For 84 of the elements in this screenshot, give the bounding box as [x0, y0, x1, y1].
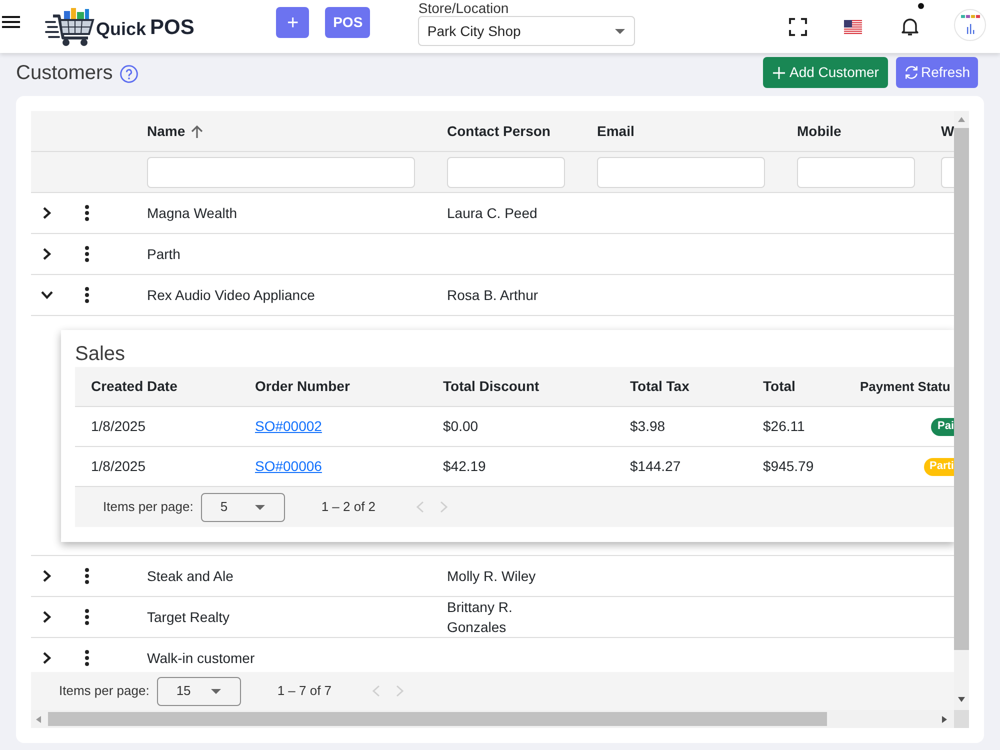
caret-down-icon: [615, 28, 626, 34]
column-header[interactable]: Total Tax: [630, 378, 690, 394]
filter-field[interactable]: [597, 156, 765, 188]
page-size-select[interactable]: 5: [201, 492, 286, 522]
filter-field[interactable]: [941, 156, 954, 188]
column-header[interactable]: Created Date: [91, 378, 178, 394]
help-icon[interactable]: [120, 64, 138, 82]
scroll-down-icon[interactable]: [958, 697, 965, 702]
customer-name: Steak and Ale: [147, 568, 234, 584]
more-options-icon[interactable]: [85, 568, 89, 584]
caret-down-icon: [211, 688, 222, 694]
total-amount: $945.79: [763, 458, 814, 474]
menu-icon[interactable]: [2, 16, 20, 28]
store-location-label: Store/Location: [418, 0, 510, 16]
column-header[interactable]: Order Number: [255, 378, 350, 394]
items-per-page-label: Items per page:: [59, 682, 150, 700]
page-range: 1 – 7 of 7: [277, 682, 332, 700]
column-header[interactable]: Payment Statu: [860, 378, 950, 394]
quick-add-button[interactable]: +: [276, 7, 310, 38]
column-header[interactable]: Total: [763, 378, 796, 394]
horizontal-scrollbar[interactable]: [31, 710, 954, 728]
column-header[interactable]: Mobile: [797, 120, 842, 142]
bell-icon[interactable]: [901, 17, 920, 36]
payment-status-badge: Parti: [924, 458, 954, 476]
column-header[interactable]: Email: [597, 120, 634, 142]
caret-down-icon: [255, 504, 266, 510]
avatar-icon[interactable]: [954, 9, 986, 41]
customer-name: Rex Audio Video Appliance: [147, 286, 315, 302]
page-title: Customers: [16, 60, 113, 86]
filter-field[interactable]: [447, 156, 565, 188]
discount-amount: $0.00: [443, 418, 478, 434]
page-range: 1 – 2 of 2: [321, 498, 376, 516]
more-options-icon[interactable]: [85, 650, 89, 666]
scroll-right-icon[interactable]: [942, 716, 948, 722]
chevron-right-icon[interactable]: [42, 207, 50, 219]
store-select[interactable]: Park City Shop: [418, 16, 636, 46]
total-amount: $26.11: [763, 418, 805, 434]
us-flag-icon[interactable]: [844, 20, 862, 34]
refresh-icon: [904, 65, 919, 80]
more-options-icon[interactable]: [85, 287, 89, 303]
contact-person: Brittany R. Gonzales: [447, 599, 512, 635]
page-size-select[interactable]: 15: [157, 676, 242, 706]
order-link[interactable]: SO#00002: [255, 418, 322, 434]
more-options-icon[interactable]: [85, 246, 89, 262]
customer-name: Target Realty: [147, 608, 230, 624]
contact-person: Laura C. Peed: [447, 205, 538, 221]
order-link[interactable]: SO#00006: [255, 458, 322, 474]
customer-name: Parth: [147, 246, 180, 262]
payment-status-badge: Pai: [931, 418, 954, 436]
brand-name: Quick: [96, 18, 146, 40]
shopping-cart-icon[interactable]: [45, 7, 95, 47]
pos-button[interactable]: POS: [325, 7, 370, 38]
column-header[interactable]: W: [941, 120, 954, 142]
customer-name: Walk-in customer: [147, 650, 255, 666]
chevron-right-icon[interactable]: [42, 248, 50, 260]
add-customer-button[interactable]: Add Customer: [763, 57, 888, 88]
scrollbar-thumb[interactable]: [48, 712, 827, 726]
column-header[interactable]: Name: [147, 120, 186, 142]
chevron-right-icon[interactable]: [42, 570, 50, 582]
tax-amount: $144.27: [630, 458, 681, 474]
contact-person: Rosa B. Arthur: [447, 287, 538, 303]
chevron-right-icon[interactable]: [42, 652, 50, 664]
tax-amount: $3.98: [630, 418, 666, 434]
plus-icon: [773, 66, 786, 78]
created-date: 1/8/2025: [91, 458, 146, 474]
created-date: 1/8/2025: [91, 418, 146, 434]
column-header[interactable]: Contact Person: [447, 120, 550, 142]
filter-field[interactable]: [147, 156, 415, 188]
column-header[interactable]: Total Discount: [443, 378, 540, 394]
contact-person: Molly R. Wiley: [447, 568, 536, 584]
more-options-icon[interactable]: [85, 609, 89, 625]
arrow-up-icon[interactable]: [191, 124, 204, 138]
filter-field[interactable]: [797, 156, 915, 188]
refresh-button[interactable]: Refresh: [896, 57, 978, 88]
customer-name: Magna Wealth: [147, 204, 238, 220]
brand-name: POS: [150, 16, 194, 40]
scrollbar-corner: [954, 710, 969, 728]
chevron-down-icon[interactable]: [40, 291, 52, 299]
more-options-icon[interactable]: [85, 205, 89, 221]
fullscreen-icon[interactable]: [789, 18, 808, 36]
chevron-right-icon[interactable]: [42, 611, 50, 623]
items-per-page-label: Items per page:: [103, 498, 194, 516]
discount-amount: $42.19: [443, 458, 486, 474]
panel-title: Sales: [75, 343, 126, 365]
